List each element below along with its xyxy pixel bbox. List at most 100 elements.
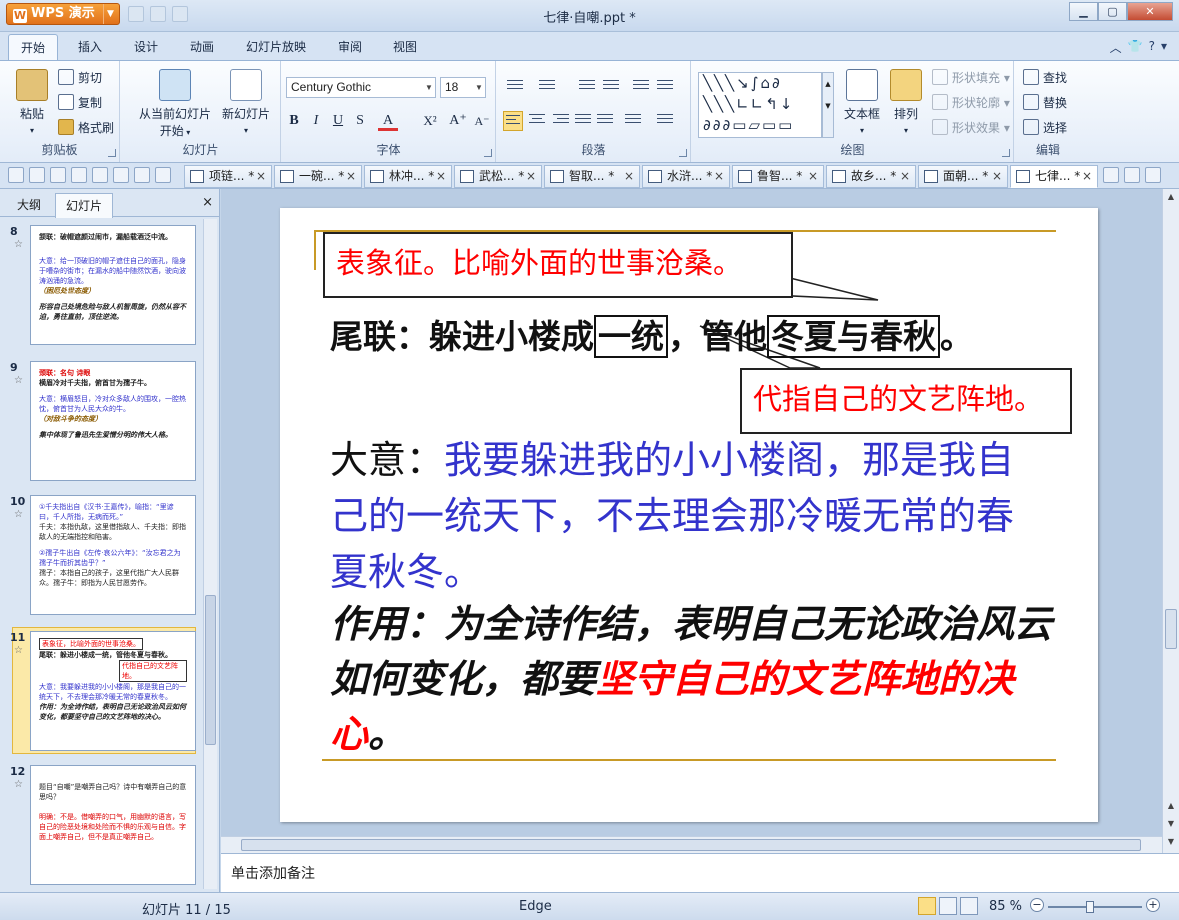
close-icon[interactable]: × (900, 166, 910, 187)
align-text-icon[interactable] (655, 77, 675, 97)
align-center-icon[interactable] (527, 111, 547, 131)
scrollbar-thumb[interactable] (241, 839, 1141, 851)
tab-slides[interactable]: 幻灯片 (55, 193, 114, 218)
dialog-launcher-icon[interactable] (108, 149, 116, 157)
zoom-knob[interactable] (1086, 901, 1094, 913)
close-icon[interactable]: × (624, 166, 634, 187)
tab-outline[interactable]: 大纲 (17, 196, 41, 213)
close-icon[interactable]: × (714, 166, 724, 187)
font-name-select[interactable]: Century Gothic ▼ (286, 77, 436, 98)
shape-fill-button[interactable]: 形状填充 ▾ (932, 69, 1010, 86)
find-button[interactable]: 查找 (1023, 69, 1067, 86)
callout-literary-front[interactable]: 代指自己的文艺阵地。 (740, 368, 1072, 434)
paragraph-spacing-icon[interactable] (655, 111, 675, 131)
text-direction-icon[interactable] (631, 77, 651, 97)
help-icon[interactable]: ? (1149, 39, 1155, 56)
close-icon[interactable]: × (992, 166, 1002, 187)
close-icon[interactable]: × (346, 166, 356, 187)
shapes-gallery[interactable]: ╲╲╲↘∫⌂∂ ╲╲╲∟∟↰↓ ∂∂∂▭▱▭▭ (698, 72, 822, 138)
bullets-icon[interactable] (505, 77, 525, 97)
save-icon[interactable] (29, 167, 45, 183)
doc-tab[interactable]: 武松... * × (454, 165, 542, 188)
italic-button[interactable]: I (306, 111, 326, 131)
paste-button[interactable]: 粘贴 ▾ (10, 69, 54, 136)
shape-effect-button[interactable]: 形状效果 ▾ (932, 119, 1010, 136)
scroll-up-icon[interactable]: ▲ (1165, 192, 1177, 201)
scrollbar-thumb[interactable] (205, 595, 216, 745)
scrollbar-thumb[interactable] (1165, 609, 1177, 649)
close-icon[interactable]: × (1082, 166, 1092, 187)
minimize-button[interactable]: ▁ (1069, 2, 1098, 21)
tail-couplet-line[interactable]: 尾联：躲进小楼成 一统 ，管他 冬夏与春秋。 (330, 310, 973, 358)
slideshow-view-icon[interactable] (960, 897, 978, 915)
close-icon[interactable]: × (526, 166, 536, 187)
doc-tab-active[interactable]: 七律... * × (1010, 165, 1098, 188)
numbering-icon[interactable] (537, 77, 557, 97)
line-spacing-icon[interactable] (623, 111, 643, 131)
tab-view[interactable]: 视图 (393, 38, 417, 55)
customize-icon[interactable] (134, 167, 150, 183)
chevron-down-icon[interactable]: ▾ (1161, 39, 1167, 56)
doc-tab[interactable]: 项链... * × (184, 165, 272, 188)
close-button[interactable]: ✕ (1127, 2, 1173, 21)
underline-button[interactable]: U (328, 111, 348, 131)
zoom-in-icon[interactable]: + (1146, 898, 1160, 912)
increase-indent-icon[interactable] (601, 77, 621, 97)
scroll-left-icon[interactable] (155, 167, 171, 183)
distribute-icon[interactable] (595, 111, 615, 131)
maximize-button[interactable]: ▢ (1098, 2, 1127, 21)
close-icon[interactable]: × (202, 195, 213, 210)
play-from-current-button[interactable]: 从当前幻灯片 开始 ▾ (127, 69, 223, 139)
prev-slide-icon[interactable]: ▲ (1165, 801, 1177, 810)
doc-tab[interactable]: 水浒... * × (642, 165, 730, 188)
doc-tab[interactable]: 面朝... * × (918, 165, 1008, 188)
replace-button[interactable]: 替换 (1023, 94, 1067, 111)
shrink-font-button[interactable]: A⁻ (472, 111, 492, 131)
close-icon[interactable]: × (256, 166, 266, 187)
zoom-slider[interactable]: − + (1030, 898, 1160, 915)
doc-tab[interactable]: 智取... * × (544, 165, 640, 188)
current-slide[interactable]: 表象征。比喻外面的世事沧桑。 尾联：躲进小楼成 一统 ，管他 冬夏与春秋。 代指自己的… (280, 208, 1098, 822)
tab-home[interactable]: 开始 (8, 34, 59, 61)
align-right-icon[interactable] (551, 111, 571, 131)
grow-font-button[interactable]: A⁺ (448, 111, 468, 131)
print-icon[interactable] (50, 167, 66, 183)
gallery-scroll[interactable]: ▲ ▼ (822, 72, 834, 138)
font-color-button[interactable]: A (378, 111, 398, 131)
superscript-button[interactable]: X² (420, 111, 440, 131)
arrange-button[interactable]: 排列 ▾ (886, 69, 926, 136)
doc-tab[interactable]: 鲁智... * × (732, 165, 824, 188)
skin-icon[interactable]: 👕 (1128, 39, 1143, 56)
dialog-launcher-icon[interactable] (679, 149, 687, 157)
tab-list-icon[interactable] (1145, 167, 1161, 183)
new-tab-icon[interactable] (1124, 167, 1140, 183)
new-slide-button[interactable]: 新幻灯片 ▾ (219, 69, 273, 136)
format-painter-button[interactable]: 格式刷 (58, 119, 114, 136)
function-paragraph[interactable]: 作用：为全诗作结，表明自己无论政治风云如何变化，都要坚守自己的文艺阵地的决心。 (330, 596, 1070, 761)
cut-button[interactable]: 剪切 (58, 69, 102, 86)
panel-scrollbar[interactable] (203, 219, 217, 889)
copy-button[interactable]: 复制 (58, 94, 102, 111)
tab-insert[interactable]: 插入 (78, 38, 102, 55)
normal-view-icon[interactable] (918, 897, 936, 915)
print-preview-icon[interactable] (71, 167, 87, 183)
open-icon[interactable] (8, 167, 24, 183)
callout-symbol[interactable]: 表象征。比喻外面的世事沧桑。 (323, 232, 793, 298)
doc-tab[interactable]: 一碗... * × (274, 165, 362, 188)
tab-slideshow[interactable]: 幻灯片放映 (246, 38, 306, 55)
zoom-out-icon[interactable]: − (1030, 898, 1044, 912)
doc-tab[interactable]: 故乡... * × (826, 165, 916, 188)
close-icon[interactable]: × (436, 166, 446, 187)
meaning-paragraph[interactable]: 大意：我要躲进我的小小楼阁，那是我自己的一统天下，不去理会那冷暖无常的春夏秋冬。 (330, 432, 1050, 600)
zoom-level[interactable]: 85 % (989, 899, 1022, 914)
justify-icon[interactable] (573, 111, 593, 131)
font-size-select[interactable]: 18 ▼ (440, 77, 486, 98)
close-icon[interactable]: × (808, 166, 818, 187)
collapse-ribbon-icon[interactable]: ︿ (1110, 39, 1122, 56)
strikethrough-button[interactable]: S (350, 111, 370, 131)
slide-sorter-icon[interactable] (939, 897, 957, 915)
tab-design[interactable]: 设计 (134, 38, 158, 55)
scroll-down-icon[interactable]: ▼ (1165, 837, 1177, 846)
scroll-right-icon[interactable] (1103, 167, 1119, 183)
align-left-icon[interactable] (503, 111, 523, 131)
